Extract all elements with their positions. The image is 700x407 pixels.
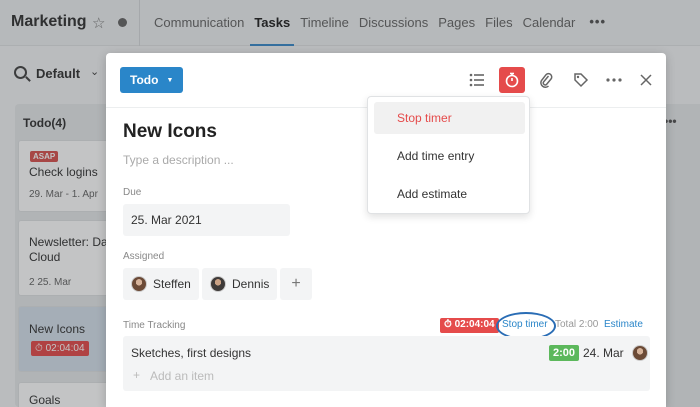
status-dropdown-button[interactable]: Todo ▼ bbox=[120, 67, 184, 93]
due-date-field[interactable]: 25. Mar 2021 bbox=[123, 204, 290, 236]
more-options-icon[interactable] bbox=[603, 68, 625, 92]
avatar bbox=[632, 345, 648, 361]
add-assignee-button[interactable]: + bbox=[280, 268, 312, 300]
assignee-name: Dennis bbox=[232, 277, 270, 291]
menu-item-add-time-entry[interactable]: Add time entry bbox=[374, 140, 525, 172]
add-item-input[interactable]: Add an item bbox=[150, 369, 214, 383]
total-time: Total 2:00 bbox=[555, 319, 599, 330]
time-entry-description[interactable]: Sketches, first designs bbox=[131, 346, 251, 360]
list-icon[interactable] bbox=[466, 68, 488, 92]
task-title[interactable]: New Icons bbox=[123, 121, 217, 143]
due-label: Due bbox=[123, 187, 142, 198]
description-input[interactable]: Type a description ... bbox=[123, 153, 234, 167]
timer-dropdown-menu: Stop timer Add time entry Add estimate bbox=[367, 96, 530, 214]
plus-icon: + bbox=[133, 368, 141, 382]
tag-icon[interactable] bbox=[570, 68, 592, 92]
time-tracking-label: Time Tracking bbox=[123, 320, 186, 331]
estimate-link[interactable]: Estimate bbox=[604, 319, 643, 330]
running-timer-value: 02:04:04 bbox=[454, 319, 495, 330]
time-entry-date: 24. Mar bbox=[583, 346, 624, 360]
status-label: Todo bbox=[130, 73, 159, 87]
stopwatch-icon[interactable] bbox=[499, 67, 525, 93]
paperclip-icon[interactable] bbox=[535, 68, 557, 92]
caret-down-icon: ▼ bbox=[166, 76, 174, 84]
assigned-label: Assigned bbox=[123, 251, 165, 262]
assignee-name: Steffen bbox=[153, 277, 191, 291]
avatar bbox=[210, 276, 226, 292]
time-entries-panel: Sketches, first designs 2:00 24. Mar + A… bbox=[123, 336, 650, 391]
assignee-chip[interactable]: Dennis bbox=[202, 268, 278, 300]
time-entry-duration: 2:00 bbox=[549, 345, 580, 361]
menu-item-stop-timer[interactable]: Stop timer bbox=[374, 102, 525, 134]
running-timer-badge: ⏱ 02:04:04 bbox=[440, 318, 499, 333]
close-icon[interactable] bbox=[635, 68, 657, 92]
assignee-chip[interactable]: Steffen bbox=[123, 268, 199, 300]
menu-item-add-estimate[interactable]: Add estimate bbox=[374, 178, 525, 210]
avatar bbox=[131, 276, 147, 292]
